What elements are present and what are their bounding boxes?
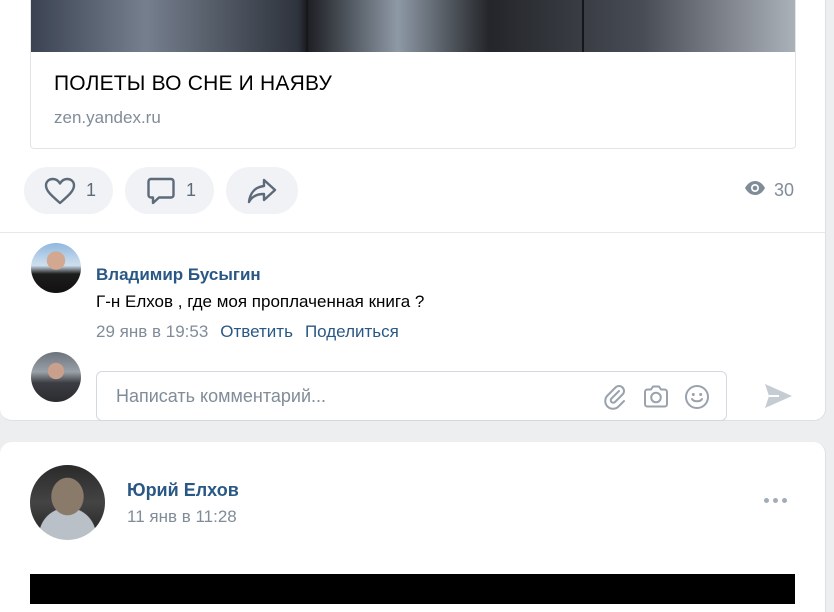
more-options-icon[interactable] xyxy=(764,498,787,503)
post-author[interactable]: Юрий Елхов xyxy=(127,480,239,501)
comment-text: Г-н Елхов , где моя проплаченная книга ? xyxy=(96,292,425,311)
post-time[interactable]: 11 янв в 11:28 xyxy=(127,507,237,527)
comment-button[interactable]: 1 xyxy=(125,167,214,214)
send-icon[interactable] xyxy=(762,381,794,416)
like-button[interactable]: 1 xyxy=(24,167,113,214)
views-counter: 30 xyxy=(744,180,794,201)
avatar[interactable] xyxy=(31,243,81,293)
share-button[interactable] xyxy=(226,167,298,214)
image-divider xyxy=(306,0,308,52)
comment-author[interactable]: Владимир Бусыгин xyxy=(96,265,261,285)
reply-link[interactable]: Ответить xyxy=(220,322,293,342)
input-icons xyxy=(602,384,710,415)
comment-input-placeholder: Написать комментарий... xyxy=(116,386,327,406)
avatar[interactable] xyxy=(31,352,81,402)
link-domain: zen.yandex.ru xyxy=(54,108,161,127)
link-title[interactable]: ПОЛЕТЫ ВО СНЕ И НАЯВУ xyxy=(54,72,332,96)
camera-icon[interactable] xyxy=(642,384,670,415)
heart-icon xyxy=(44,177,76,205)
views-count: 30 xyxy=(773,180,794,200)
eye-icon xyxy=(744,180,766,201)
comment-count: 1 xyxy=(186,180,197,200)
like-count: 1 xyxy=(86,180,97,200)
image-divider xyxy=(582,0,584,52)
link-preview-image xyxy=(31,0,795,52)
comment-input[interactable]: Написать комментарий... xyxy=(96,371,727,421)
share-icon xyxy=(246,177,278,205)
share-link[interactable]: Поделиться xyxy=(305,322,399,342)
comment-meta: 29 янв в 19:53 Ответить Поделиться xyxy=(96,322,399,342)
paperclip-icon[interactable] xyxy=(602,384,628,415)
post-media[interactable] xyxy=(30,574,795,604)
comments-divider xyxy=(0,232,825,233)
comment-time[interactable]: 29 янв в 19:53 xyxy=(96,322,208,342)
smile-icon[interactable] xyxy=(684,384,710,415)
comment-icon xyxy=(146,176,176,206)
avatar[interactable] xyxy=(30,465,105,540)
